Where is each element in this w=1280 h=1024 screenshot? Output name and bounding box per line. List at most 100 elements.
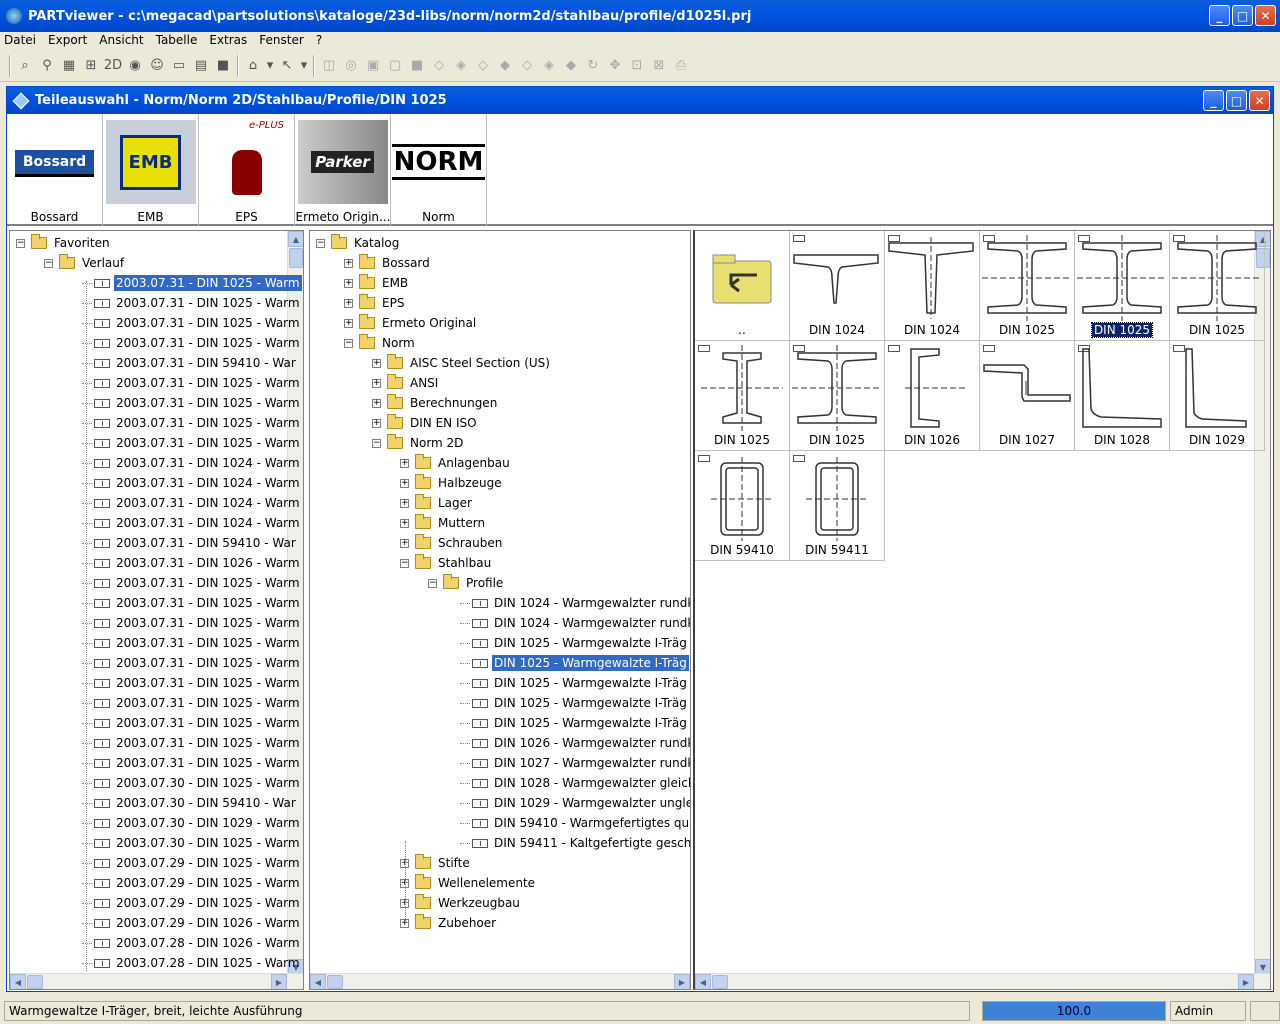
history-item[interactable]: 2003.07.31 - DIN 1025 - Warm (82, 673, 302, 693)
history-item[interactable]: 2003.07.31 - DIN 1025 - Warm (82, 573, 302, 593)
expand-icon[interactable]: + (400, 458, 409, 468)
part-thumbnail[interactable]: DIN 1025 (1170, 231, 1265, 341)
history-item[interactable]: 2003.07.31 - DIN 1025 - Warm (82, 313, 302, 333)
profile-item[interactable]: DIN 1027 - Warmgewalzter rundk (460, 753, 690, 773)
grid-hscroll[interactable]: ◀ ▶ (695, 973, 1270, 989)
zoom-window-icon[interactable]: ⊡ (626, 55, 648, 77)
tree-history[interactable]: − Verlauf (44, 253, 126, 273)
profile-item[interactable]: DIN 1024 - Warmgewalzter rundk (460, 593, 690, 613)
catalog-hscroll[interactable]: ◀ ▶ (310, 973, 690, 989)
catalog-emb[interactable]: EMB EMB (103, 114, 199, 226)
table2-icon[interactable]: ▤ (190, 55, 212, 77)
expand-icon[interactable]: + (344, 278, 353, 288)
menu-?-item[interactable]: ? (316, 33, 322, 47)
tree-berechnungen[interactable]: + Berechnungen (372, 393, 499, 413)
history-item[interactable]: 2003.07.31 - DIN 1025 - Warm (82, 693, 302, 713)
hscroll-thumb[interactable] (712, 975, 728, 989)
tree-schrauben[interactable]: + Schrauben (400, 533, 504, 553)
tree-profile[interactable]: − Profile (428, 573, 505, 593)
profile-item[interactable]: DIN 59410 - Warmgefertigtes qua (460, 813, 690, 833)
history-item[interactable]: 2003.07.31 - DIN 1025 - Warm (82, 753, 302, 773)
grid-icon[interactable]: ⊞ (80, 55, 102, 77)
catalog-bossard[interactable]: Bossard Bossard (7, 114, 103, 226)
expand-icon[interactable]: − (344, 338, 353, 348)
tree-dineniso[interactable]: + DIN EN ISO (372, 413, 479, 433)
scroll-right-icon[interactable]: ▶ (674, 974, 690, 989)
tree-muttern[interactable]: + Muttern (400, 513, 487, 533)
cylinder2-icon[interactable]: ◎ (340, 55, 362, 77)
scroll-thumb[interactable] (289, 248, 303, 268)
history-item[interactable]: 2003.07.31 - DIN 1025 - Warm (82, 613, 302, 633)
profile-item[interactable]: DIN 1028 - Warmgewalzter gleich (460, 773, 690, 793)
scroll-right-icon[interactable]: ▶ (271, 974, 287, 989)
history-item[interactable]: 2003.07.31 - DIN 1026 - Warm (82, 553, 302, 573)
profile-item[interactable]: DIN 1025 - Warmgewalzte I-Träg (460, 633, 689, 653)
print-icon[interactable]: ⎙ (670, 55, 692, 77)
profile-item[interactable]: DIN 1025 - Warmgewalzte I-Träg (460, 713, 689, 733)
tree-wellenelemente[interactable]: + Wellenelemente (400, 873, 537, 893)
person-icon[interactable]: ☺ (146, 55, 168, 77)
menu-tabelle-item[interactable]: Tabelle (156, 33, 198, 47)
view4-icon[interactable]: ◆ (494, 55, 516, 77)
tree-stahlbau[interactable]: − Stahlbau (400, 553, 493, 573)
part-thumbnail[interactable]: DIN 1029 (1170, 341, 1265, 451)
tree-ansi[interactable]: + ANSI (372, 373, 440, 393)
expand-icon[interactable]: − (428, 578, 437, 588)
expand-icon[interactable]: + (372, 378, 381, 388)
history-item[interactable]: 2003.07.31 - DIN 1024 - Warm (82, 493, 302, 513)
catalog-ermetoorigin[interactable]: Parker Ermeto Origin... (295, 114, 391, 226)
profile-item[interactable]: DIN 1025 - Warmgewalzte I-Träg (460, 653, 689, 673)
part-thumbnail[interactable]: DIN 1025 (980, 231, 1075, 341)
cad-icon[interactable]: ⌂ (242, 55, 264, 77)
tree-anlagenbau[interactable]: + Anlagenbau (400, 453, 512, 473)
history-item[interactable]: 2003.07.31 - DIN 1024 - Warm (82, 473, 302, 493)
hscroll-thumb[interactable] (27, 975, 43, 989)
profile-item[interactable]: DIN 1025 - Warmgewalzte I-Träg (460, 673, 689, 693)
part-thumbnail[interactable]: DIN 1024 (790, 231, 885, 341)
cursor-icon[interactable]: ↖ (276, 55, 298, 77)
history-item[interactable]: 2003.07.29 - DIN 1025 - Warm (82, 873, 302, 893)
scroll-left-icon[interactable]: ◀ (10, 974, 26, 989)
expand-icon[interactable]: − (400, 558, 409, 568)
expand-icon[interactable]: − (316, 238, 325, 248)
minimize-button[interactable]: _ (1209, 5, 1230, 26)
maximize-button[interactable]: □ (1232, 5, 1253, 26)
tree-bossard[interactable]: + Bossard (344, 253, 432, 273)
expand-icon[interactable]: + (344, 298, 353, 308)
expand-icon[interactable]: + (400, 518, 409, 528)
history-item[interactable]: 2003.07.29 - DIN 1025 - Warm (82, 853, 302, 873)
catalog-eps[interactable]: e-PLUS EPS (199, 114, 295, 226)
box-icon[interactable]: ▣ (362, 55, 384, 77)
history-item[interactable]: 2003.07.29 - DIN 1026 - Warm (82, 913, 302, 933)
tree-halbzeuge[interactable]: + Halbzeuge (400, 473, 504, 493)
part-thumbnail[interactable]: DIN 1028 (1075, 341, 1170, 451)
box2-icon[interactable]: ▢ (384, 55, 406, 77)
tree-ermetooriginal[interactable]: + Ermeto Original (344, 313, 478, 333)
history-item[interactable]: 2003.07.31 - DIN 1025 - Warm (82, 733, 302, 753)
view7-icon[interactable]: ◆ (560, 55, 582, 77)
expand-icon[interactable]: + (372, 418, 381, 428)
favorites-hscroll[interactable]: ◀ ▶ (10, 973, 303, 989)
binoculars-icon[interactable]: ⌕ (14, 55, 36, 77)
tree-emb[interactable]: + EMB (344, 273, 410, 293)
history-item[interactable]: 2003.07.30 - DIN 1029 - Warm (82, 813, 302, 833)
history-item[interactable]: 2003.07.31 - DIN 1024 - Warm (82, 513, 302, 533)
history-item[interactable]: 2003.07.31 - DIN 1025 - Warm (82, 593, 302, 613)
tree-aiscsteelsectionus[interactable]: + AISC Steel Section (US) (372, 353, 552, 373)
history-item[interactable]: 2003.07.28 - DIN 1026 - Warm (82, 933, 302, 953)
expand-icon[interactable]: + (400, 538, 409, 548)
rotate-icon[interactable]: ↻ (582, 55, 604, 77)
history-item[interactable]: 2003.07.30 - DIN 1025 - Warm (82, 773, 302, 793)
tree-favorites[interactable]: − Favoriten (16, 233, 112, 253)
history-item[interactable]: 2003.07.30 - DIN 1025 - Warm (82, 833, 302, 853)
history-item[interactable]: 2003.07.31 - DIN 1025 - Warm (82, 273, 302, 293)
child-minimize-button[interactable]: _ (1203, 90, 1224, 111)
expand-icon[interactable]: − (372, 438, 381, 448)
tree-zubehoer[interactable]: + Zubehoer (400, 913, 498, 933)
menu-datei-item[interactable]: Datei (4, 33, 36, 47)
history-item[interactable]: 2003.07.31 - DIN 59410 - War (82, 533, 298, 553)
expand-icon[interactable]: + (400, 478, 409, 488)
stop-icon[interactable]: ■ (212, 55, 234, 77)
history-item[interactable]: 2003.07.31 - DIN 1025 - Warm (82, 333, 302, 353)
expand-icon[interactable]: + (372, 358, 381, 368)
